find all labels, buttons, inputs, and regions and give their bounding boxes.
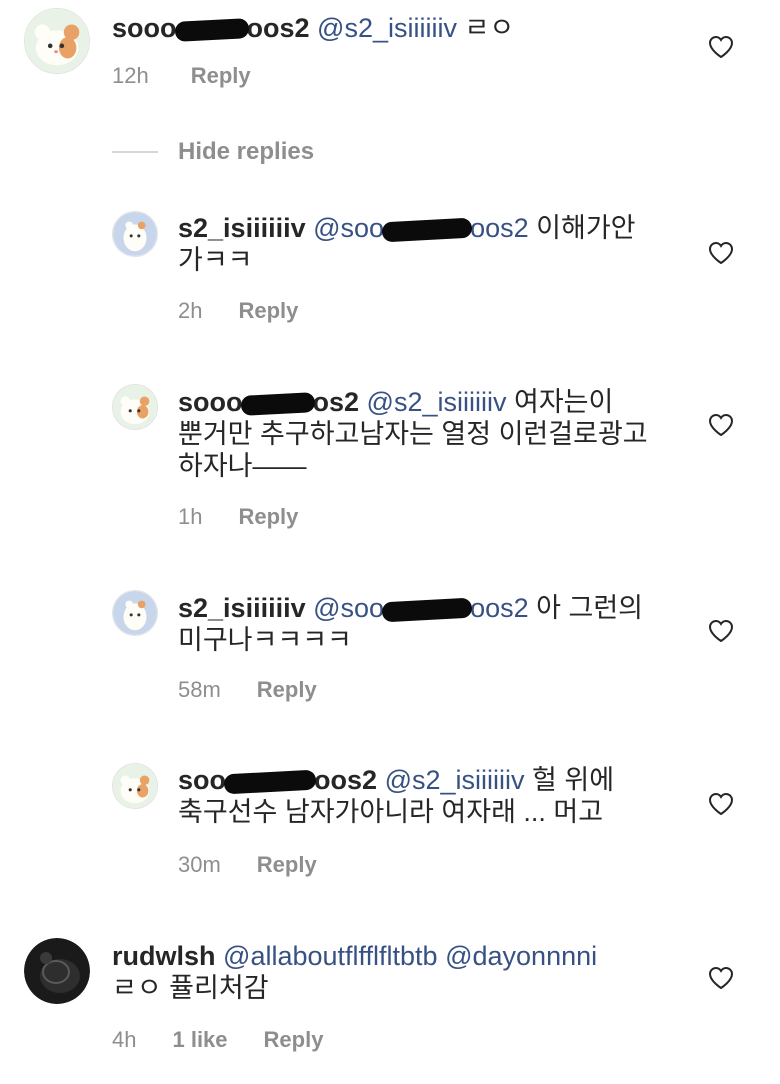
comment-text: sooo os2 @s2_isiiiiiiv 여자는이 뿐거만 추구하고남자는 열… [178,386,688,482]
timestamp: 12h [112,63,149,88]
reply-button[interactable]: Reply [257,851,317,879]
mention-link[interactable]: @dayonnnni [445,941,597,971]
avatar[interactable] [112,763,158,809]
comment-body: 아 그런의 [536,593,644,623]
mention-link[interactable]: @s2_isiiiiiiv [317,13,457,43]
timestamp: 2h [178,298,203,323]
comment-body-continued: 하자나—— [178,451,307,481]
hamster-avatar-icon [113,385,157,429]
like-heart-icon[interactable] [708,413,734,437]
dark-avatar-icon [24,938,90,1004]
divider-line [112,151,158,153]
comment-meta: 1h Reply [178,503,298,531]
mention-link[interactable]: @s2_isiiiiiiv [367,387,507,417]
comment-body-continued: 축구선수 남자가아니라 여자래 ... 머고 [178,797,604,827]
comment-username[interactable]: s2_isiiiiiiv [178,593,306,623]
comment-text: s2_isiiiiiiv @soo oos2 아 그런의 미구나ㅋㅋㅋㅋ [178,592,678,656]
hamster-avatar-icon [113,591,157,635]
mention-link[interactable]: @soo oos2 [313,593,529,623]
redaction [240,391,315,416]
timestamp: 58m [178,677,221,702]
comment-body: 이해가안 [536,213,636,243]
comment-meta: 4h 1 like Reply [112,1026,323,1054]
hide-replies-label: Hide replies [178,138,315,165]
redaction [381,217,473,243]
hamster-avatar-icon [113,212,157,256]
timestamp: 1h [178,504,203,529]
avatar[interactable] [24,8,90,74]
mention-link[interactable]: @allaboutflfflfltbtb [223,941,438,971]
comment-text: soo oos2 @s2_isiiiiiiv 헐 위에 축구선수 남자가아니라 여… [178,764,678,828]
avatar[interactable] [112,590,158,636]
comment-body: 여자는이 [514,387,614,417]
mention-link[interactable]: @soo oos2 [313,213,529,243]
redaction [223,769,317,795]
like-heart-icon[interactable] [708,792,734,816]
mention-link[interactable]: @s2_isiiiiiiv [385,765,525,795]
comment-username[interactable]: s2_isiiiiiiv [178,213,306,243]
reply-button[interactable]: Reply [264,1026,324,1054]
comment-username[interactable]: soooos2 [178,765,377,795]
comment-text: sooo oos2 @s2_isiiiiiiv ㄹㅇ [112,12,672,44]
comment-text: rudwlsh @allaboutflfflfltbtb @dayonnnni … [112,940,672,1004]
comment-body: ㄹㅇ 퓰리처감 [112,973,269,1003]
like-count[interactable]: 1 like [172,1026,227,1054]
comment-username[interactable]: soooos2 [178,387,359,417]
reply-button[interactable]: Reply [238,503,298,531]
redaction [381,597,473,623]
timestamp: 30m [178,852,221,877]
avatar[interactable] [24,938,90,1004]
redaction [174,17,249,42]
comment-text: s2_isiiiiiiv @soo oos2 이해가안 가ㅋㅋ [178,212,678,276]
comment-body-continued: 뿐거만 추구하고남자는 열정 이런걸로광고 [178,419,648,449]
comment-meta: 58m Reply [178,676,317,704]
comment-body: 헐 위에 [532,765,615,795]
comment-meta: 12h Reply [112,62,251,90]
comment-body: ㄹㅇ [464,13,515,43]
like-heart-icon[interactable] [708,619,734,643]
comment-body-continued: 미구나ㅋㅋㅋㅋ [178,625,352,655]
comment-body-continued: 가ㅋㅋ [178,245,253,275]
reply-button[interactable]: Reply [238,297,298,325]
timestamp: 4h [112,1027,137,1052]
hamster-avatar-icon [113,764,157,808]
comment-meta: 2h Reply [178,297,298,325]
comment-meta: 30m Reply [178,851,317,879]
comment-username[interactable]: rudwlsh [112,941,216,971]
reply-button[interactable]: Reply [257,676,317,704]
comment-username[interactable]: sooo oos2 [112,13,310,43]
reply-button[interactable]: Reply [191,62,251,90]
avatar[interactable] [112,384,158,430]
hamster-avatar-icon [25,9,89,73]
like-heart-icon[interactable] [708,35,734,59]
hide-replies-toggle[interactable]: Hide replies [112,136,314,168]
avatar[interactable] [112,211,158,257]
like-heart-icon[interactable] [708,966,734,990]
like-heart-icon[interactable] [708,241,734,265]
